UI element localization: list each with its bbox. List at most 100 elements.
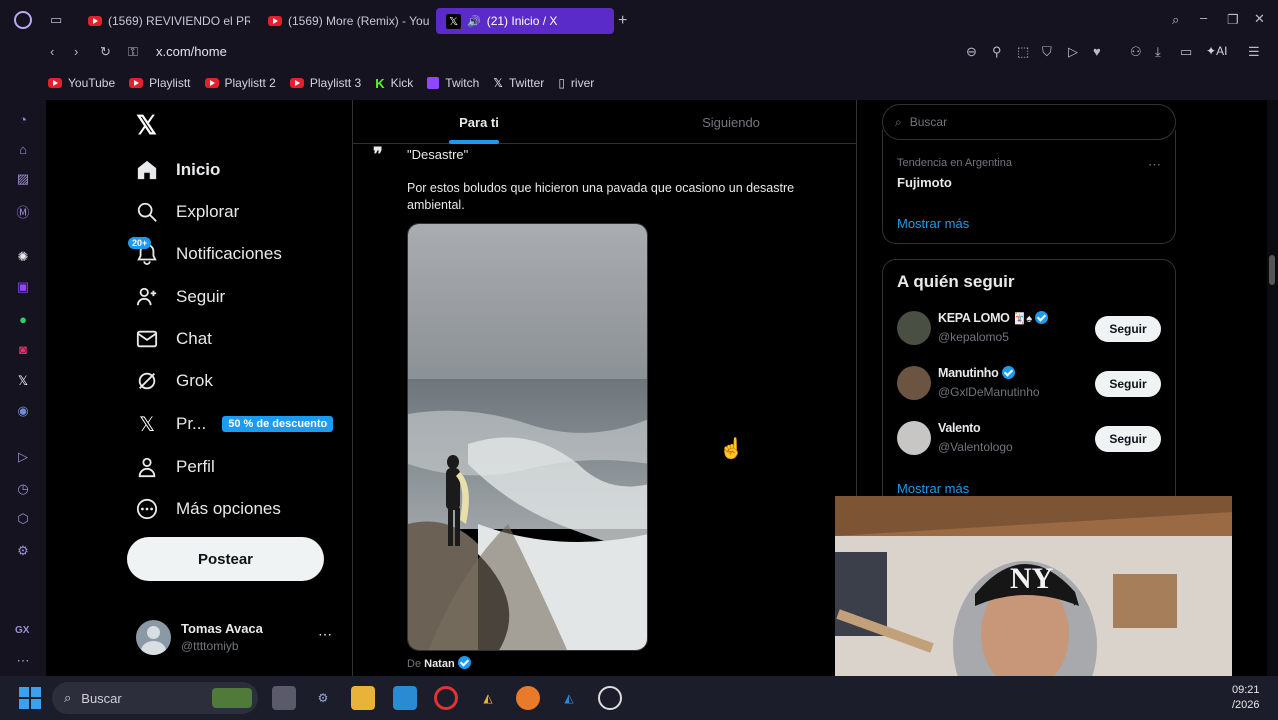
nav-item-premium[interactable]: 𝕏 Pr... 50 % de descuento [136,404,334,444]
notepad-icon[interactable] [393,686,417,710]
nav-item-inicio[interactable]: Inicio [136,150,220,190]
shield-icon[interactable]: ⛉ [1042,44,1052,60]
whatsapp-icon[interactable]: ● [14,310,32,328]
show-more-link[interactable]: Mostrar más [897,216,969,231]
lock-icon[interactable]: ⚿ [128,44,138,60]
nav-item-seguir[interactable]: Seguir [136,277,225,317]
chatgpt-icon[interactable]: ✺ [14,248,32,266]
follow-suggestion[interactable]: KEPA LOMO 🃏♠ @kepalomo5 Seguir [883,304,1175,354]
app-icon[interactable]: ◭ [476,686,500,710]
shopping-icon[interactable]: ⌂ [14,140,32,158]
snapshot-icon[interactable]: ⬚ [1017,44,1029,60]
more-dots-icon[interactable]: ⋯ [1148,157,1161,173]
close-icon[interactable]: ✕ [1254,11,1265,27]
minimize-icon[interactable]: – [1200,10,1207,25]
bookmark-playlistt[interactable]: Playlistt [129,76,191,90]
tab-para-ti[interactable]: Para ti [353,100,605,144]
tab-1[interactable]: (1569) REVIVIENDO el PRI [78,8,250,34]
reload-icon[interactable]: ↻ [100,44,111,60]
tab-3-active[interactable]: 𝕏 🔊 (21) Inicio / X [436,8,614,34]
menu-icon[interactable]: ☰ [1248,44,1260,60]
ai-button[interactable]: ✦AI [1206,44,1227,58]
settings-icon[interactable]: ⚙ [311,686,335,710]
opera-logo-icon[interactable] [14,11,32,29]
bookmark-playlistt-3[interactable]: Playlistt 3 [289,76,361,90]
app-icon[interactable] [516,686,540,710]
bookmark-twitter[interactable]: 𝕏 Twitter [493,76,544,90]
nav-item-notificaciones[interactable]: 20+ Notificaciones [128,234,282,274]
gx-label[interactable]: GX [15,625,29,636]
more-dots-icon[interactable]: ⋯ [14,652,32,670]
player-icon[interactable]: ▷ [14,448,32,466]
bookmark-river[interactable]: ▯ river [558,76,594,90]
tab-2[interactable]: (1569) More (Remix) - You [258,8,430,34]
new-tab-icon[interactable]: + [618,12,627,30]
file-explorer-icon[interactable] [351,686,375,710]
aria-icon[interactable]: ◔ [14,110,32,128]
add-person-icon [136,287,157,306]
who-to-follow-title: A quién seguir [897,272,1015,291]
zoom-icon[interactable]: ⊖ [966,44,977,60]
maximize-icon[interactable]: ❐ [1227,12,1239,28]
app-icon[interactable]: ◭ [557,686,581,710]
search-tabs-icon[interactable]: ⌕ [1172,12,1179,28]
download-icon[interactable]: ⤓ [1155,44,1161,60]
follow-suggestion[interactable]: Manutinho @GxlDeManutinho Seguir [883,359,1175,409]
twitch-icon[interactable]: ▣ [14,278,32,296]
battery-icon[interactable]: ▭ [1180,44,1192,60]
x-logo-icon[interactable]: 𝕏 [136,110,157,141]
follow-suggestion[interactable]: Valento @Valentologo Seguir [883,414,1175,464]
discord-icon[interactable]: ◉ [14,402,32,420]
url-field[interactable]: x.com/home [156,44,227,59]
tab-siguiendo[interactable]: Siguiendo [605,100,856,144]
clock-date[interactable]: /2026 [1232,699,1260,711]
messenger-icon[interactable]: Ⓜ [14,202,32,220]
clock-time[interactable]: 09:21 [1232,684,1260,696]
trend-name[interactable]: Fujimoto [897,175,952,190]
bookmark-youtube[interactable]: YouTube [48,76,115,90]
page-scrollbar[interactable] [1267,100,1278,676]
speaker-icon[interactable]: 🔊 [467,15,481,28]
nav-item-mas-opciones[interactable]: Más opciones [136,489,281,529]
workspaces-icon[interactable]: ▭ [50,12,62,28]
account-switcher[interactable]: Tomas Avaca @ttttomiyb ⋯ [136,618,358,658]
bookmark-twitch[interactable]: Twitch [427,76,479,90]
follow-button[interactable]: Seguir [1095,371,1161,397]
nav-item-grok[interactable]: Grok [136,361,213,401]
history-icon[interactable]: ◷ [14,480,32,498]
x-icon[interactable]: 𝕏 [14,372,32,390]
account-icon[interactable]: ⚇ [1130,44,1142,60]
taskbar-search[interactable]: ⌕ Buscar [52,682,258,714]
instagram-icon[interactable]: ◙ [14,340,32,358]
bookmark-playlistt-2[interactable]: Playlistt 2 [204,76,276,90]
more-dots-icon[interactable]: ⋯ [318,626,332,643]
back-icon[interactable]: ‹ [50,44,54,59]
flow-icon[interactable]: ▨ [14,170,32,188]
follow-button[interactable]: Seguir [1095,316,1161,342]
post-button[interactable]: Postear [127,537,324,581]
bookmark-kick[interactable]: K Kick [375,76,413,91]
post-video[interactable] [407,223,648,651]
attribution-name[interactable]: Natan [424,658,455,670]
opera-gx-icon[interactable] [434,686,458,710]
search-icon: ⌕ [895,114,902,129]
pin-icon[interactable]: ⚲ [992,44,1002,60]
extensions-icon[interactable]: ⬡ [14,510,32,528]
play-icon[interactable]: ▷ [1068,44,1078,60]
youtube-icon [129,78,144,88]
follow-button[interactable]: Seguir [1095,426,1161,452]
show-more-link[interactable]: Mostrar más [897,481,969,496]
settings-icon[interactable]: ⚙ [14,542,32,560]
heart-icon[interactable]: ♥ [1093,44,1101,59]
nav-item-chat[interactable]: Chat [136,319,212,359]
nav-label: Grok [176,371,213,390]
scrollbar-thumb[interactable] [1269,255,1275,285]
search-icon [137,202,157,222]
nav-item-perfil[interactable]: Perfil [136,447,215,487]
forward-icon[interactable]: › [74,44,78,59]
windows-taskbar: ⌕ Buscar ⚙ ◭ ◭ 09:21 /2026 [0,676,1278,720]
nav-item-explorar[interactable]: Explorar [136,192,239,232]
task-view-icon[interactable] [272,686,296,710]
obs-icon[interactable] [598,686,622,710]
windows-start-icon[interactable] [18,686,42,710]
